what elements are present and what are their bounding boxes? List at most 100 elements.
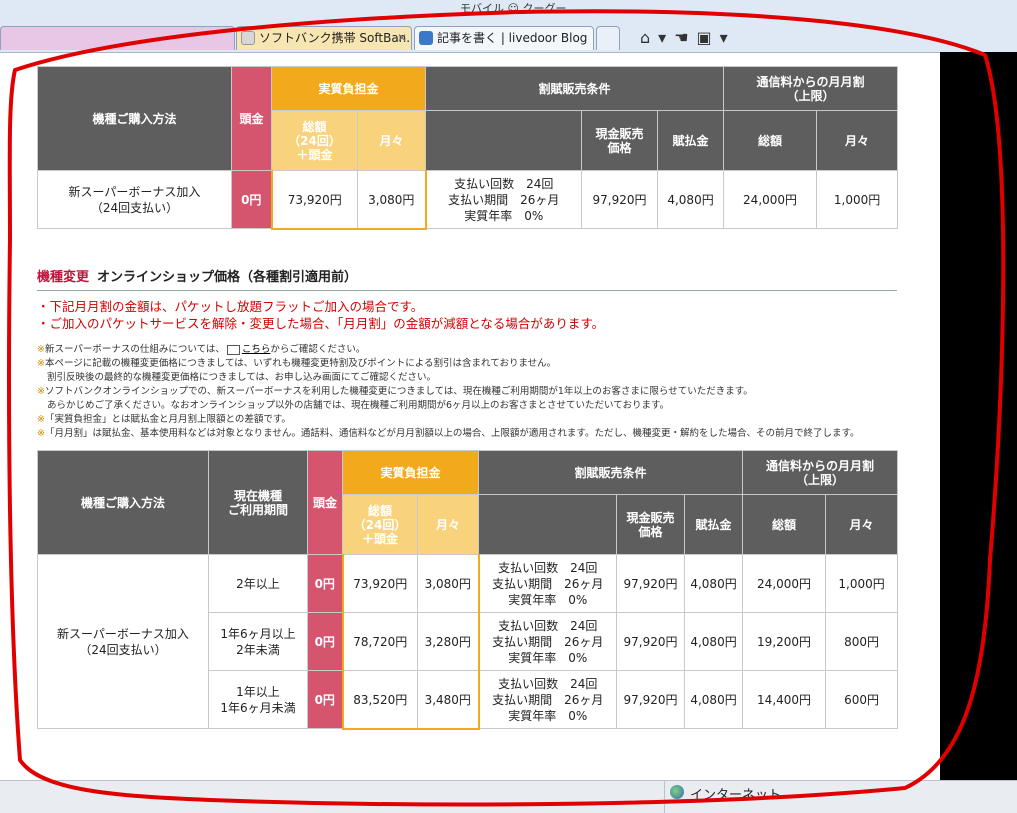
tab-label: 記事を書く | livedoor Blog (437, 31, 588, 45)
col-paid: 賦払金 (657, 110, 725, 171)
cell-disc-total: 14,400円 (742, 670, 827, 729)
cell-paid: 4,080円 (684, 612, 744, 671)
col-down-payment: 頭金 (307, 450, 343, 555)
cell-method: 新スーパーボーナス加入 （24回支払い） (37, 170, 232, 229)
col-installment: 割賦販売条件 (425, 66, 725, 111)
col-effective-burden: 実質負担金 (341, 450, 480, 495)
globe-icon (670, 785, 684, 799)
link-here[interactable]: こちら (242, 344, 271, 355)
home-icon[interactable]: ⌂ (640, 28, 658, 47)
cell-paid: 4,080円 (684, 670, 744, 729)
col-monthly: 月々 (416, 494, 480, 555)
col-effective-burden: 実質負担金 (270, 66, 427, 111)
window-icon (226, 344, 240, 355)
col-discount-total: 総額 (742, 494, 827, 555)
tab-label: ソフトバンク携帯 SoftBan... (259, 31, 412, 45)
price-table-new: 機種ご購入方法 頭金 実質負担金 割賦販売条件 通信料からの月月割 （上限） 総… (37, 66, 899, 230)
col-method: 機種ご購入方法 (37, 66, 232, 171)
cell-total: 73,920円 (270, 170, 358, 230)
col-terms-blank (425, 110, 583, 171)
table-row: 新スーパーボーナス加入 （24回支払い） 0円 73,920円 3,080円 支… (37, 170, 899, 230)
cell-period: 1年6ヶ月以上 2年未満 (208, 612, 308, 671)
cell-down: 0円 (231, 170, 272, 229)
col-installment: 割賦販売条件 (478, 450, 744, 495)
cell-cash: 97,920円 (581, 170, 659, 229)
top-strip-text: モバイル ☺ クーグー (460, 2, 567, 15)
hand-icon[interactable]: ☚ (674, 28, 696, 47)
note-text: 割引反映後の最終的な機種変更価格につきましては、お申し込み画面にてご確認ください… (47, 372, 437, 383)
tab-softbank[interactable]: ソフトバンク携帯 SoftBan... ✕ (236, 26, 412, 50)
section-tag: 機種変更 (37, 270, 90, 285)
fine-print: ※新スーパーボーナスの仕組みについては、 こちらからご確認ください。 ※本ページに… (37, 343, 860, 441)
price-table-upgrade: 機種ご購入方法 現在機種 ご利用期間 頭金 実質負担金 割賦販売条件 通信料から… (37, 450, 899, 730)
col-cash-price: 現金販売 価格 (616, 494, 686, 555)
col-total: 総額 （24回） ＋頭金 (342, 494, 418, 555)
cell-terms: 支払い回数 24回 支払い期間 26ヶ月 実質年率 0% (478, 554, 618, 613)
cell-monthly: 3,080円 (416, 554, 480, 613)
cell-terms: 支払い回数 24回 支払い期間 26ヶ月 実質年率 0% (478, 670, 618, 729)
cell-paid: 4,080円 (657, 170, 725, 229)
cell-monthly: 3,280円 (416, 612, 480, 671)
cell-period: 1年以上 1年6ヶ月未満 (208, 670, 308, 729)
cell-disc-monthly: 1,000円 (825, 554, 899, 613)
col-total: 総額 （24回） ＋頭金 (271, 110, 358, 171)
col-discount-monthly: 月々 (825, 494, 899, 555)
dropdown-icon[interactable]: ▾ (720, 28, 736, 47)
note-mark: ※ (37, 428, 45, 439)
cell-monthly: 3,480円 (416, 670, 480, 730)
cell-cash: 97,920円 (616, 554, 686, 613)
cell-cash: 97,920円 (616, 670, 686, 729)
note-text: 「月月割」は賦払金、基本使用料などは対象となりません。通話料、通信料などが月月割… (44, 428, 860, 439)
cell-down: 0円 (307, 670, 343, 729)
cell-terms: 支払い回数 24回 支払い期間 26ヶ月 実質年率 0% (425, 170, 583, 229)
section-title: 機種変更 オンラインショップ価格（各種割引適用前） (37, 266, 897, 291)
close-icon[interactable]: ✕ (397, 27, 407, 49)
rss-icon[interactable]: ▣ (697, 28, 720, 47)
cell-monthly: 3,080円 (356, 170, 427, 230)
col-down-payment: 頭金 (231, 66, 272, 171)
command-bar: ⌂▾☚▣▾ (640, 28, 736, 47)
cell-disc-total: 24,000円 (742, 554, 827, 613)
col-usage-period: 現在機種 ご利用期間 (208, 450, 308, 555)
col-cash-price: 現金販売 価格 (581, 110, 659, 171)
cell-down: 0円 (307, 612, 343, 671)
cell-disc-monthly: 600円 (825, 670, 899, 729)
cell-total: 73,920円 (341, 554, 418, 613)
cell-total: 83,520円 (341, 670, 418, 730)
note-text: 本ページに記載の機種変更価格につきましては、いずれも機種変更特割及びポイントによ… (44, 358, 557, 369)
note-text: からご確認ください。 (270, 344, 366, 355)
cell-disc-monthly: 800円 (825, 612, 899, 671)
new-tab-button[interactable] (596, 26, 620, 50)
col-terms-blank (478, 494, 618, 555)
cell-period: 2年以上 (208, 554, 308, 613)
cell-cash: 97,920円 (616, 612, 686, 671)
col-discount-monthly: 月々 (816, 110, 899, 171)
col-discount-total: 総額 (723, 110, 818, 171)
cell-disc-total: 19,200円 (742, 612, 827, 671)
cell-down: 0円 (307, 554, 343, 613)
right-dark-area (940, 52, 1017, 782)
tab-previous[interactable] (0, 26, 235, 50)
col-monthly-discount: 通信料からの月月割 （上限） (742, 450, 899, 495)
cell-disc-monthly: 1,000円 (816, 170, 899, 229)
note-mark: ※ (37, 414, 45, 425)
red-note: ・下記月月割の金額は、パケットし放題フラットご加入の場合です。 (37, 299, 424, 314)
dropdown-icon[interactable]: ▾ (658, 28, 674, 47)
note-text: 「実質負担金」とは賦払金と月月割上限額との差額です。 (44, 414, 291, 425)
table-row: 新スーパーボーナス加入 （24回支払い） 2年以上 0円 73,920円 3,0… (37, 554, 899, 729)
col-monthly-discount: 通信料からの月月割 （上限） (723, 66, 899, 111)
note-mark: ※ (37, 344, 45, 355)
note-text: 新スーパーボーナスの仕組みについては、 (44, 344, 225, 355)
status-bar: インターネット (0, 780, 1017, 813)
col-paid: 賦払金 (684, 494, 744, 555)
tab-livedoor[interactable]: 記事を書く | livedoor Blog (414, 26, 594, 50)
cell-method: 新スーパーボーナス加入 （24回支払い） (37, 554, 209, 729)
red-note: ・ご加入のパケットサービスを解除・変更した場合、「月月割」の金額が減額となる場合… (37, 316, 605, 331)
cell-paid: 4,080円 (684, 554, 744, 613)
page-favicon-icon (241, 31, 255, 45)
col-method: 機種ご購入方法 (37, 450, 209, 555)
section-heading: オンラインショップ価格（各種割引適用前） (97, 270, 358, 285)
note-text: あらかじめご了承ください。なおオンラインショップ以外の店舗では、現在機種ご利用期… (47, 400, 670, 411)
livedoor-favicon-icon (419, 31, 433, 45)
cell-terms: 支払い回数 24回 支払い期間 26ヶ月 実質年率 0% (478, 612, 618, 671)
